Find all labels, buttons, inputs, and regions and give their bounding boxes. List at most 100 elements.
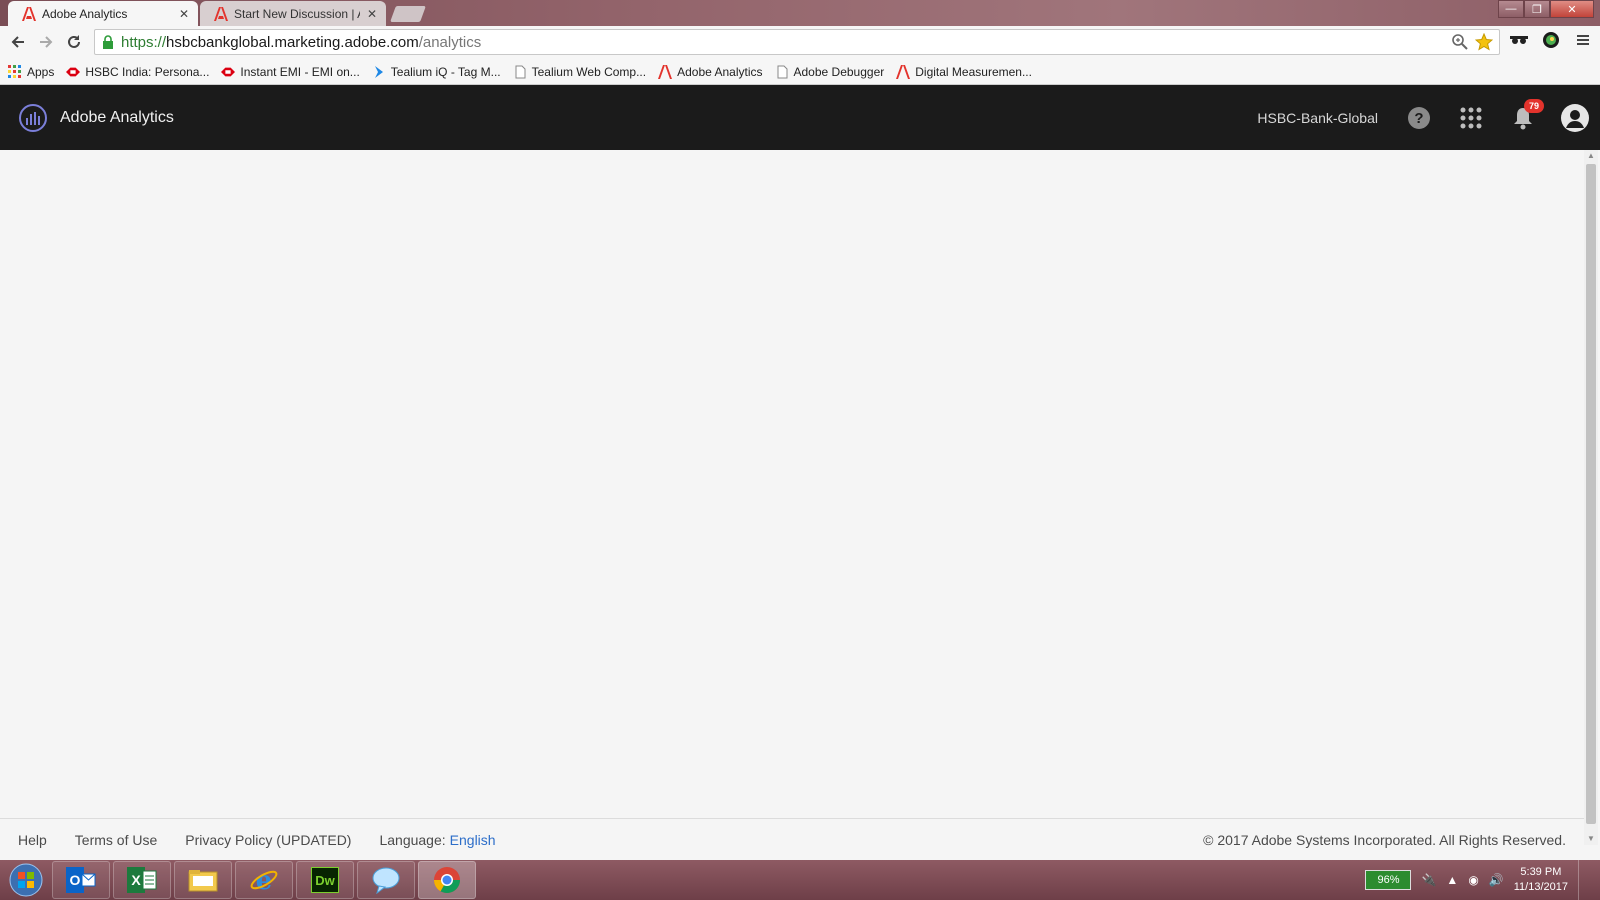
adobe-logo-icon [658, 64, 673, 79]
bookmark-label: Tealium iQ - Tag M... [390, 64, 501, 79]
window-controls: — ❐ ✕ [1498, 0, 1594, 18]
back-button[interactable] [4, 28, 32, 56]
star-bookmark-icon[interactable] [1475, 33, 1493, 51]
omnibox-actions [1451, 33, 1493, 51]
globe-extension-icon[interactable] [1540, 29, 1562, 51]
adobe-logo-icon [22, 6, 36, 21]
adobe-logo-icon [896, 64, 911, 79]
url-host: hsbcbankglobal.marketing.adobe.com [166, 33, 419, 51]
taskbar-outlook[interactable]: O [52, 861, 110, 899]
help-button[interactable]: ? [1404, 103, 1434, 133]
spy-glasses-extension-icon[interactable] [1508, 29, 1530, 51]
chrome-menu-icon[interactable] [1572, 29, 1594, 51]
scroll-down-arrow-icon[interactable]: ▼ [1584, 833, 1598, 845]
network-icon[interactable]: ◉ [1468, 873, 1478, 887]
arrow-right-icon [40, 36, 53, 48]
reload-icon [68, 35, 80, 48]
taskbar-dreamweaver[interactable]: Dw [296, 861, 354, 899]
bookmark-tealium-web-comp[interactable]: Tealium Web Comp... [513, 65, 646, 79]
windows-start-icon [9, 863, 43, 897]
restore-button[interactable]: ❐ [1524, 0, 1550, 18]
start-button[interactable] [0, 860, 52, 900]
language-selector[interactable]: English [450, 832, 496, 848]
language-label: Language: [379, 831, 446, 848]
tab-close-icon[interactable]: ✕ [366, 7, 378, 21]
zoom-icon[interactable] [1451, 33, 1469, 51]
taskbar-internet-explorer[interactable]: e [235, 861, 293, 899]
messenger-icon [372, 867, 400, 894]
apps-grid-icon [8, 64, 21, 78]
org-switcher[interactable]: HSBC-Bank-Global [1257, 110, 1378, 126]
reload-button[interactable] [60, 28, 88, 56]
dreamweaver-icon: Dw [311, 867, 339, 893]
app-switcher-button[interactable] [1456, 103, 1486, 133]
tab-title: Start New Discussion | Adobe [234, 6, 360, 21]
app-header: Adobe Analytics HSBC-Bank-Global ? 79 [0, 85, 1600, 150]
bookmark-label: HSBC India: Persona... [85, 64, 210, 79]
lock-icon [103, 35, 113, 49]
arrow-left-icon [11, 36, 24, 48]
bookmark-apps[interactable]: Apps [8, 64, 55, 79]
tray-expand-icon[interactable]: ▲ [1446, 873, 1458, 887]
page-icon [515, 65, 526, 78]
forward-button[interactable] [32, 28, 60, 56]
scroll-up-arrow-icon[interactable]: ▲ [1584, 150, 1598, 162]
internet-explorer-icon: e [250, 866, 278, 895]
minimize-button[interactable]: — [1498, 0, 1524, 18]
excel-icon: X [127, 867, 157, 893]
brand[interactable]: Adobe Analytics [18, 103, 174, 133]
volume-icon[interactable]: 🔊 [1489, 873, 1504, 887]
adobe-logo-icon [214, 6, 228, 21]
bookmark-instant-emi[interactable]: Instant EMI - EMI on... [221, 65, 360, 79]
header-actions: HSBC-Bank-Global ? 79 [1257, 85, 1590, 150]
close-window-button[interactable]: ✕ [1550, 0, 1594, 18]
svg-text:Dw: Dw [315, 873, 335, 888]
battery-indicator[interactable]: 96% [1365, 870, 1412, 890]
notifications-button[interactable]: 79 [1508, 98, 1544, 133]
svg-text:?: ? [1414, 110, 1423, 127]
system-clock[interactable]: 5:39 PM 11/13/2017 [1514, 865, 1568, 895]
bookmark-adobe-debugger[interactable]: Adobe Debugger [775, 64, 885, 79]
power-plug-icon[interactable]: 🔌 [1421, 873, 1436, 887]
bookmark-label: Adobe Debugger [793, 64, 885, 79]
footer-link-privacy[interactable]: Privacy Policy (UPDATED) [185, 832, 351, 848]
taskbar-chrome[interactable] [418, 861, 476, 899]
tab-title: Adobe Analytics [42, 6, 128, 21]
url-path: /analytics [418, 33, 482, 51]
tealium-icon [374, 65, 383, 78]
browser-toolbar: https://hsbcbankglobal.marketing.adobe.c… [0, 26, 1600, 59]
bookmark-tealium-iq[interactable]: Tealium iQ - Tag M... [372, 65, 501, 79]
show-desktop-button[interactable] [1578, 860, 1590, 900]
svg-text:O: O [70, 872, 81, 888]
taskbar-messenger[interactable] [357, 861, 415, 899]
extension-icons [1508, 29, 1594, 51]
system-tray: 96% 🔌 ▲ ◉ 🔊 5:39 PM 11/13/2017 [1365, 860, 1600, 900]
bookmark-digital-measurement[interactable]: Digital Measuremen... [896, 64, 1032, 79]
footer-link-terms[interactable]: Terms of Use [75, 832, 157, 848]
taskbar-file-explorer[interactable] [174, 861, 232, 899]
scroll-thumb[interactable] [1586, 164, 1596, 824]
bookmark-hsbc-india[interactable]: HSBC India: Persona... [66, 65, 209, 79]
new-tab-button[interactable] [390, 6, 426, 22]
windows-taskbar: O X e Dw 96% 🔌 ▲ ◉ 🔊 5:39 PM 11/13/2017 [0, 860, 1600, 900]
file-explorer-icon [188, 870, 218, 892]
page-scrollbar[interactable]: ▲ ▼ [1584, 150, 1598, 845]
app-title: Adobe Analytics [60, 108, 174, 126]
clock-time: 5:39 PM [1520, 866, 1562, 878]
hsbc-logo-icon [66, 67, 81, 76]
bookmark-adobe-analytics[interactable]: Adobe Analytics [658, 64, 763, 79]
footer-link-help[interactable]: Help [18, 832, 47, 848]
profile-button[interactable] [1560, 103, 1590, 133]
taskbar-excel[interactable]: X [113, 861, 171, 899]
bookmarks-bar: Apps HSBC India: Persona... Instant EMI … [0, 59, 1600, 85]
page-footer: Help Terms of Use Privacy Policy (UPDATE… [0, 818, 1584, 860]
tab-close-icon[interactable]: ✕ [178, 7, 190, 21]
page-icon [777, 65, 787, 78]
chrome-icon [433, 867, 461, 894]
address-bar[interactable]: https://hsbcbankglobal.marketing.adobe.c… [94, 29, 1500, 55]
tab-adobe-analytics[interactable]: Adobe Analytics ✕ [8, 1, 198, 26]
bookmark-label: Apps [27, 64, 55, 79]
tab-start-new-discussion[interactable]: Start New Discussion | Adobe ✕ [200, 1, 386, 26]
bookmark-label: Digital Measuremen... [915, 64, 1032, 79]
hsbc-logo-icon [221, 67, 236, 76]
